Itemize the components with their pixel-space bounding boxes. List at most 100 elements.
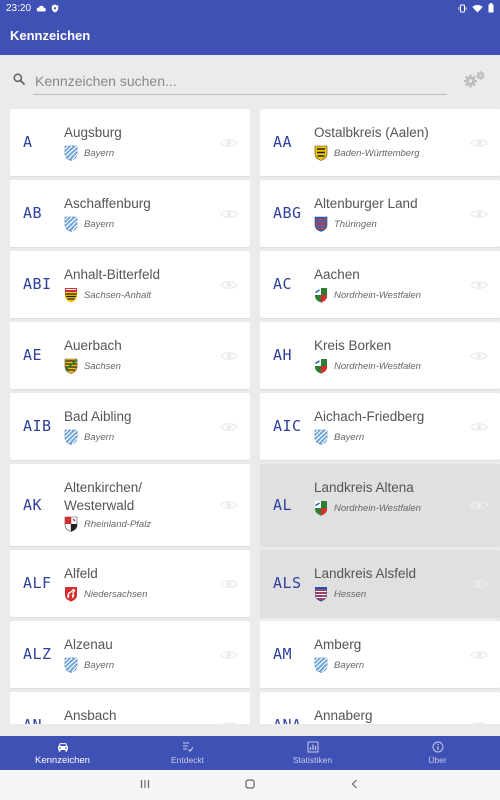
- eye-icon[interactable]: [470, 350, 488, 362]
- eye-icon[interactable]: [470, 279, 488, 291]
- plate-code: ALZ: [23, 645, 52, 663]
- plate-state: Nordrhein-Westfalen: [334, 360, 421, 372]
- eye-icon[interactable]: [220, 350, 238, 362]
- plate-card[interactable]: A Augsburg Bayern: [10, 109, 250, 176]
- recent-apps-button[interactable]: [140, 776, 150, 794]
- state-row: Bayern: [64, 145, 114, 161]
- rheinland-pfalz-coat-icon: [64, 516, 78, 532]
- state-row: Bayern: [64, 657, 114, 673]
- state-row: Thüringen: [314, 216, 377, 232]
- plate-card[interactable]: AL Landkreis Altena Nordrhein-Westfalen: [260, 464, 500, 546]
- status-time: 23:20: [6, 2, 32, 14]
- plate-card[interactable]: ABG Altenburger Land Thüringen: [260, 180, 500, 247]
- state-row: Nordrhein-Westfalen: [314, 358, 421, 374]
- bayern-coat-icon: [64, 216, 78, 232]
- plate-city: Augsburg: [64, 125, 122, 140]
- eye-icon[interactable]: [220, 208, 238, 220]
- plate-code: AH: [273, 346, 293, 364]
- plate-city: Aachen: [314, 267, 360, 282]
- plate-city: Anhalt-Bitterfeld: [64, 267, 161, 282]
- plate-city: Alfeld: [64, 566, 98, 581]
- eye-icon[interactable]: [470, 499, 488, 511]
- back-button[interactable]: [350, 776, 360, 794]
- nrw-coat-icon: [315, 288, 327, 303]
- bottom-navigation: Kennzeichen Entdeckt Statistiken Über: [0, 736, 500, 770]
- plate-card[interactable]: ALF Alfeld Niedersachsen: [10, 550, 250, 617]
- plate-state: Sachsen-Anhalt: [84, 289, 152, 301]
- status-bar: 23:20: [0, 0, 500, 16]
- nav-item-entdeckt[interactable]: Entdeckt: [125, 736, 250, 770]
- eye-icon[interactable]: [470, 137, 488, 149]
- nav-item-ueber[interactable]: Über: [375, 736, 500, 770]
- eye-icon[interactable]: [470, 578, 488, 590]
- nav-item-kennzeichen[interactable]: Kennzeichen: [0, 736, 125, 770]
- recent-apps-icon: [140, 780, 150, 788]
- eye-icon[interactable]: [220, 649, 238, 661]
- eye-icon[interactable]: [220, 137, 238, 149]
- plate-card[interactable]: AIB Bad Aibling Bayern: [10, 393, 250, 460]
- plate-list: A Augsburg Bayern AA Ostalbkreis (Aalen)…: [0, 109, 500, 724]
- plate-card[interactable]: AH Kreis Borken Nordrhein-Westfalen: [260, 322, 500, 389]
- home-button[interactable]: [245, 776, 255, 794]
- search-bar: [0, 55, 500, 105]
- plate-card[interactable]: AA Ostalbkreis (Aalen) Baden-Württemberg: [260, 109, 500, 176]
- plate-state: Bayern: [84, 147, 115, 159]
- plate-card[interactable]: AB Aschaffenburg Bayern: [10, 180, 250, 247]
- plate-city: Altenburger Land: [314, 196, 418, 211]
- plate-code: AE: [23, 346, 43, 364]
- state-row: Niedersachsen: [64, 586, 147, 602]
- nav-item-statistiken[interactable]: Statistiken: [250, 736, 375, 770]
- eye-icon[interactable]: [470, 208, 488, 220]
- settings-icon[interactable]: [463, 70, 487, 88]
- plate-card[interactable]: AIC Aichach-Friedberg Bayern: [260, 393, 500, 460]
- plate-card[interactable]: AK Altenkirchen/ Westerwald Rheinland-Pf…: [10, 464, 250, 546]
- nav-label-statistiken: Statistiken: [292, 755, 333, 765]
- plate-card[interactable]: ALS Landkreis Alsfeld Hessen: [260, 550, 500, 617]
- cloud-icon: [36, 5, 46, 11]
- plate-card[interactable]: ANA Annaberg: [260, 692, 500, 724]
- state-row: Nordrhein-Westfalen: [314, 500, 421, 516]
- nav-label-ueber: Über: [428, 755, 447, 765]
- search-input[interactable]: [33, 67, 447, 95]
- state-row: Hessen: [314, 586, 366, 602]
- state-row: Bayern: [64, 429, 114, 445]
- eye-icon[interactable]: [470, 720, 488, 724]
- eye-icon[interactable]: [220, 499, 238, 511]
- plate-city: Annaberg: [314, 708, 373, 723]
- state-row: Sachsen: [64, 358, 121, 374]
- plate-city: Landkreis Altena: [314, 480, 414, 495]
- plate-card[interactable]: AN Ansbach: [10, 692, 250, 724]
- plate-state: Baden-Württemberg: [334, 147, 420, 159]
- eye-icon[interactable]: [220, 578, 238, 590]
- eye-icon[interactable]: [470, 421, 488, 433]
- plate-card[interactable]: AC Aachen Nordrhein-Westfalen: [260, 251, 500, 318]
- bayern-coat-icon: [314, 429, 328, 445]
- plate-city: Auerbach: [64, 338, 122, 353]
- nrw-coat-icon: [315, 501, 327, 516]
- nav-label-entdeckt: Entdeckt: [170, 755, 205, 765]
- plate-state: Nordrhein-Westfalen: [334, 289, 421, 301]
- sachsen-coat-icon: [64, 358, 78, 374]
- plate-state: Sachsen: [84, 360, 121, 372]
- eye-icon[interactable]: [470, 649, 488, 661]
- state-row: Nordrhein-Westfalen: [314, 287, 421, 303]
- plate-code: AN: [23, 716, 42, 724]
- plate-state: Bayern: [84, 659, 115, 671]
- plate-city: Aichach-Friedberg: [314, 409, 425, 424]
- car-icon: [57, 742, 68, 752]
- eye-icon[interactable]: [220, 421, 238, 433]
- state-row: Bayern: [314, 657, 364, 673]
- state-row: Rheinland-Pfalz: [64, 516, 151, 532]
- plate-card[interactable]: ALZ Alzenau Bayern: [10, 621, 250, 688]
- plate-card[interactable]: AM Amberg Bayern: [260, 621, 500, 688]
- home-icon: [245, 779, 255, 789]
- plate-card[interactable]: ABI Anhalt-Bitterfeld Sachsen-Anhalt: [10, 251, 250, 318]
- plate-card[interactable]: AE Auerbach Sachsen: [10, 322, 250, 389]
- plate-city: Ansbach: [64, 708, 117, 723]
- bayern-coat-icon: [64, 657, 78, 673]
- vibrate-icon: [458, 4, 467, 12]
- check-list-icon: [182, 742, 193, 752]
- system-navigation-bar: [0, 770, 500, 800]
- eye-icon[interactable]: [220, 279, 238, 291]
- eye-icon[interactable]: [220, 720, 238, 724]
